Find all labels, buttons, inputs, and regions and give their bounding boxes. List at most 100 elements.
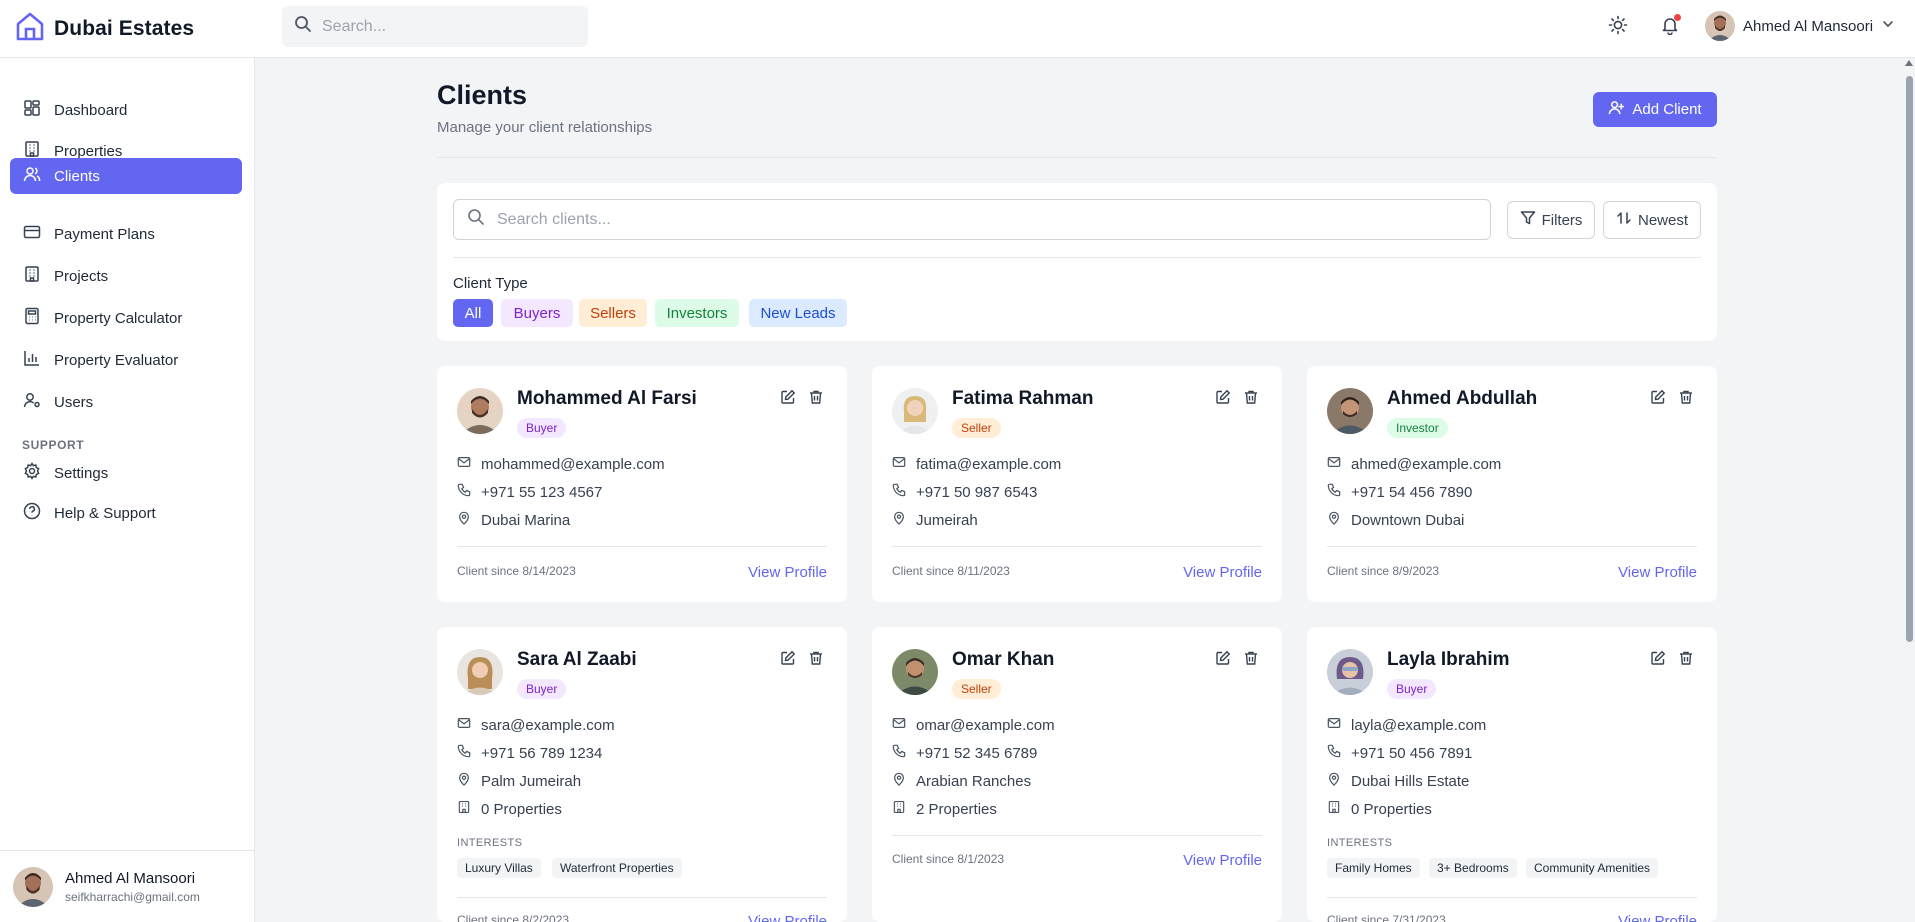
- phone-icon: [1327, 744, 1341, 762]
- card-divider: [892, 835, 1262, 836]
- theme-toggle-button[interactable]: [1605, 14, 1631, 40]
- client-location: Arabian Ranches: [892, 772, 1031, 790]
- client-name: Sara Al Zaabi: [517, 649, 637, 670]
- sidebar-item-label: Payment Plans: [54, 225, 155, 243]
- delete-button[interactable]: [807, 651, 825, 669]
- scroll-up-arrow[interactable]: [1905, 60, 1913, 66]
- sidebar-item-dashboard[interactable]: Dashboard: [10, 92, 242, 128]
- mail-icon: [457, 455, 471, 473]
- sort-arrows-icon: [1616, 210, 1632, 230]
- interest-tag: Waterfront Properties: [552, 858, 682, 878]
- client-email: layla@example.com: [1327, 716, 1486, 734]
- edit-button[interactable]: [779, 389, 797, 410]
- trash-icon: [808, 650, 824, 671]
- client-phone: +971 50 987 6543: [892, 483, 1037, 501]
- phone-icon: [457, 744, 471, 762]
- client-card[interactable]: Mohammed Al Farsi Buyer mohammed@example…: [437, 366, 847, 602]
- edit-icon: [780, 389, 796, 410]
- sidebar-item-help-support[interactable]: Help & Support: [10, 495, 242, 531]
- client-phone: +971 56 789 1234: [457, 744, 602, 762]
- delete-button[interactable]: [807, 390, 825, 408]
- page-title: Clients: [437, 80, 528, 110]
- edit-button[interactable]: [1214, 650, 1232, 669]
- sidebar-item-settings[interactable]: Settings: [10, 455, 242, 491]
- trash-icon: [1243, 389, 1259, 410]
- sidebar-user-profile[interactable]: Ahmed Al Mansoori seifkharrachi@gmail.co…: [0, 850, 254, 922]
- client-search-input[interactable]: [497, 210, 1477, 229]
- client-phone: +971 55 123 4567: [457, 483, 602, 501]
- main-scrollbar[interactable]: [1904, 58, 1915, 922]
- filter-panel: Filters Newest Client Type All Buyers Se…: [437, 183, 1717, 341]
- chip-sellers[interactable]: Sellers: [579, 299, 647, 327]
- global-search-input[interactable]: [322, 17, 572, 36]
- client-properties: 2 Properties: [892, 800, 997, 818]
- building-icon: [1327, 800, 1341, 818]
- client-since: Client since 7/31/2023: [1327, 913, 1446, 922]
- filters-button[interactable]: Filters: [1507, 201, 1595, 239]
- delete-button[interactable]: [1677, 651, 1695, 669]
- client-type-badge: Seller: [952, 418, 1001, 438]
- add-client-label: Add Client: [1632, 101, 1702, 118]
- client-type-badge: Buyer: [517, 679, 567, 699]
- bar-chart-icon: [23, 349, 41, 371]
- building-icon: [457, 800, 471, 818]
- brand[interactable]: Dubai Estates: [14, 10, 194, 47]
- client-card[interactable]: Ahmed Abdullah Investor ahmed@example.co…: [1307, 366, 1717, 602]
- client-type-badge: Seller: [952, 679, 1001, 699]
- mail-icon: [1327, 455, 1341, 473]
- chip-buyers[interactable]: Buyers: [501, 299, 573, 327]
- delete-button[interactable]: [1677, 390, 1695, 408]
- global-search[interactable]: [282, 6, 588, 47]
- filters-label: Filters: [1541, 211, 1583, 229]
- sidebar-item-property-evaluator[interactable]: Property Evaluator: [10, 342, 242, 378]
- edit-button[interactable]: [1649, 650, 1667, 671]
- client-card[interactable]: Layla Ibrahim Buyer layla@example.com +9…: [1307, 627, 1717, 922]
- client-search[interactable]: [453, 199, 1491, 240]
- view-profile-link[interactable]: View Profile: [1618, 913, 1697, 922]
- client-type-badge: Buyer: [1387, 679, 1437, 699]
- client-card[interactable]: Fatima Rahman Seller fatima@example.com …: [872, 366, 1282, 602]
- chip-all[interactable]: All: [453, 299, 493, 327]
- map-pin-icon: [457, 511, 471, 529]
- add-client-button[interactable]: Add Client: [1593, 92, 1717, 127]
- delete-button[interactable]: [1242, 390, 1260, 408]
- trash-icon: [808, 389, 824, 410]
- sidebar-item-property-calculator[interactable]: Property Calculator: [10, 300, 242, 336]
- sidebar-item-clients[interactable]: Clients: [10, 158, 242, 194]
- view-profile-link[interactable]: View Profile: [1183, 564, 1262, 581]
- avatar: [1327, 388, 1373, 434]
- sidebar-item-users[interactable]: Users: [10, 384, 242, 420]
- edit-button[interactable]: [779, 650, 797, 669]
- sort-button[interactable]: Newest: [1603, 201, 1701, 239]
- help-circle-icon: [23, 502, 41, 524]
- view-profile-link[interactable]: View Profile: [748, 564, 827, 581]
- mail-icon: [892, 455, 906, 473]
- edit-button[interactable]: [1649, 389, 1667, 408]
- sidebar-item-label: Clients: [54, 167, 100, 185]
- chip-new-leads[interactable]: New Leads: [749, 299, 847, 327]
- client-type-label: Client Type: [453, 275, 528, 292]
- brand-title: Dubai Estates: [54, 16, 195, 40]
- header-divider: [437, 157, 1717, 158]
- delete-button[interactable]: [1242, 651, 1260, 669]
- chip-investors[interactable]: Investors: [655, 299, 739, 327]
- client-properties: 0 Properties: [1327, 800, 1432, 818]
- client-since: Client since 8/9/2023: [1327, 564, 1440, 578]
- edit-button[interactable]: [1214, 389, 1232, 408]
- building-icon: [892, 800, 906, 818]
- notifications-button[interactable]: [1657, 14, 1683, 40]
- filter-divider: [453, 257, 1701, 258]
- client-card[interactable]: Sara Al Zaabi Buyer sara@example.com +97…: [437, 627, 847, 922]
- user-menu[interactable]: Ahmed Al Mansoori: [1705, 11, 1895, 41]
- top-bar: Dubai Estates Ahmed Al Mansoori: [0, 0, 1915, 58]
- scrollbar-thumb[interactable]: [1906, 76, 1913, 642]
- view-profile-link[interactable]: View Profile: [748, 913, 827, 922]
- sidebar-item-payment-plans[interactable]: Payment Plans: [10, 216, 242, 252]
- edit-icon: [1650, 650, 1666, 671]
- view-profile-link[interactable]: View Profile: [1618, 564, 1697, 581]
- sidebar-item-projects[interactable]: Projects: [10, 258, 242, 294]
- view-profile-link[interactable]: View Profile: [1183, 852, 1262, 869]
- sort-label: Newest: [1637, 211, 1689, 229]
- client-name: Fatima Rahman: [952, 388, 1094, 409]
- client-card[interactable]: Omar Khan Seller omar@example.com +971 5…: [872, 627, 1282, 922]
